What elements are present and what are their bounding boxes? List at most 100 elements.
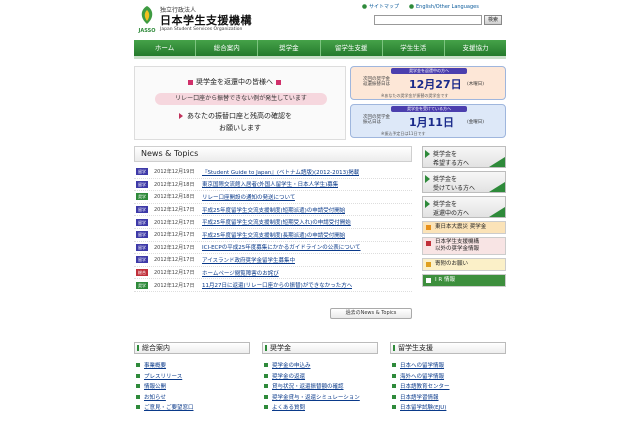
section-link[interactable]: プレスリリース [134, 371, 250, 382]
bullet-icon [392, 394, 396, 399]
section-link[interactable]: よくある質問 [262, 402, 378, 413]
corner-decoration [489, 207, 505, 217]
news-date: 2012年12月18日 [154, 181, 195, 188]
section-heading: 奨学金 [262, 342, 378, 354]
news-list: 留学 2012年12月19日 『Student Guide to Japan』(ベト… [134, 166, 412, 292]
card-note: ※振込予定日は11日です [381, 131, 426, 136]
news-link[interactable]: ICI-ECPの平成25年度募集にかかるガイドラインの公表について [202, 243, 361, 251]
section-link[interactable]: 奨学金の申込み [262, 360, 378, 371]
news-item[interactable]: 留学 2012年12月17日 平成25年度留学生交流支援制度(短期受入れ)の申請受付… [134, 216, 412, 229]
news-item[interactable]: 留学 2012年12月17日 平成25年度留学生交流支援制度(短期派遣)の申請受付開… [134, 204, 412, 217]
news-link[interactable]: 11月27日に返還(リレー口座からの振替)ができなかった方へ [202, 281, 352, 289]
section-link[interactable]: 貸与状況・返還振替額の確認 [262, 381, 378, 392]
nav-general[interactable]: 総合案内 [196, 40, 259, 56]
card-date: 1月11日 [409, 116, 454, 129]
square-icon [426, 225, 431, 230]
bullet-icon [264, 384, 268, 389]
side-link-label: 日本学生支援機構 [435, 239, 480, 245]
repayment-notice-banner[interactable]: 奨学金を返還中の皆様へ リレー口座から振替できない例が発生しています あなたの振… [134, 66, 346, 140]
section-link[interactable]: ご意見・ご要望窓口 [134, 402, 250, 413]
square-icon [276, 79, 281, 85]
arrow-icon [362, 4, 367, 9]
sitemap-label: サイトマップ [369, 4, 400, 10]
payment-date-card[interactable]: 奨学金を受けている方へ 次回の奨学金 振込日は 1月11日 (金曜日) ※振込予定… [350, 104, 506, 138]
earthquake-scholarship-link[interactable]: 東日本大震災 奨学金 [422, 221, 506, 234]
nav-support[interactable]: 支援協力 [445, 40, 506, 56]
news-item[interactable]: 奨学 2012年12月18日 リレー口座開設の通知の発送について [134, 191, 412, 204]
category-badge: 留学 [136, 218, 148, 226]
side-link-label: 東日本大震災 奨学金 [435, 224, 487, 230]
search-input[interactable] [374, 15, 482, 25]
news-link[interactable]: 平成25年度留学生交流支援制度(短期派遣)の申請受付開始 [202, 206, 345, 214]
news-link[interactable]: ホームページ閲覧障害のお詫び [202, 269, 279, 277]
bullet-icon [136, 363, 140, 368]
card-weekday: (木曜日) [467, 82, 485, 87]
logo-text: JASSO [138, 28, 156, 34]
nav-home[interactable]: ホーム [134, 40, 197, 56]
side-link-label: 寄附のお願い [435, 261, 469, 267]
news-date: 2012年12月17日 [154, 219, 195, 226]
section-link-label: 奨学金の申込み [272, 363, 311, 370]
button-line1: 奨学金を [433, 151, 458, 158]
org-name[interactable]: 日本学生支援機構 [160, 12, 252, 28]
past-news-button[interactable]: 過去のNews & Topics [330, 308, 412, 319]
card-note: ※あなたの奨学金が振替の奨学金です [381, 93, 449, 98]
jasso-logo[interactable]: JASSO [136, 4, 158, 34]
news-item[interactable]: 留学 2012年12月18日 東京国際交流館入居者(外国人留学生・日本人学生)募集 [134, 179, 412, 192]
news-date: 2012年12月17日 [154, 207, 195, 214]
right-column: 奨学金を 希望する方へ 奨学金を 受けている方へ 奨学金を 返還中の方へ 東日本大震災… [422, 146, 506, 290]
news-item[interactable]: 留学 2012年12月17日 平成25年度留学生交流支援制度(長期派遣)の申請受付開… [134, 229, 412, 242]
section-link[interactable]: 日本留学試験(EJU) [390, 402, 506, 413]
section-link[interactable]: 情報公開 [134, 381, 250, 392]
bullet-icon [392, 373, 396, 378]
section-link-label: 日本への留学情報 [400, 363, 445, 370]
section-link-label: よくある質問 [272, 405, 306, 412]
other-scholarships-link[interactable]: 日本学生支援機構 以外の奨学金情報 [422, 237, 506, 255]
triangle-icon [425, 175, 430, 183]
bullet-icon [264, 394, 268, 399]
banner-warning-pill: リレー口座から振替できない例が発生しています [155, 93, 327, 105]
repayment-date-card[interactable]: 奨学金を返還中の方へ 次回の奨学金 返還振替日は 12月27日 (木曜日) ※あな… [350, 66, 506, 100]
banner-title-text: 奨学金を返還中の皆様へ [196, 78, 273, 86]
scholarship-receiving-button[interactable]: 奨学金を 受けている方へ [422, 171, 506, 193]
square-icon [426, 278, 431, 283]
section-link[interactable]: 奨学金の返還 [262, 371, 378, 382]
news-item[interactable]: 奨学 2012年12月17日 11月27日に返還(リレー口座からの振替)ができなかっ… [134, 279, 412, 292]
section-link[interactable]: 日本語教育センター [390, 381, 506, 392]
nav-intl-students[interactable]: 留学生支援 [321, 40, 383, 56]
scholarship-apply-button[interactable]: 奨学金を 希望する方へ [422, 146, 506, 168]
news-link[interactable]: アイスランド政府奨学金留学生募集中 [202, 256, 295, 264]
side-link-label: I R 情報 [435, 277, 455, 283]
section-link-label: 情報公開 [144, 384, 167, 391]
section-link[interactable]: 事業概要 [134, 360, 250, 371]
news-link[interactable]: 平成25年度留学生交流支援制度(短期受入れ)の申請受付開始 [202, 218, 351, 226]
scholarship-repaying-button[interactable]: 奨学金を 返還中の方へ [422, 196, 506, 218]
ir-info-link[interactable]: I R 情報 [422, 274, 506, 287]
sitemap-link[interactable]: サイトマップ [362, 3, 399, 10]
section-link[interactable]: 奨学金貸与・返還シミュレーション [262, 392, 378, 403]
english-link[interactable]: English/Other Languages [409, 3, 479, 10]
square-icon [426, 241, 431, 246]
nav-scholarship[interactable]: 奨学金 [258, 40, 321, 56]
donation-link[interactable]: 寄附のお願い [422, 258, 506, 271]
news-item[interactable]: 留学 2012年12月17日 アイスランド政府奨学金留学生募集中 [134, 254, 412, 267]
news-item[interactable]: 留学 2012年12月19日 『Student Guide to Japan』(ベト… [134, 166, 412, 179]
section-link[interactable]: 海外への留学情報 [390, 371, 506, 382]
section-link-label: プレスリリース [144, 373, 183, 380]
news-date: 2012年12月17日 [154, 244, 195, 251]
news-link[interactable]: 東京国際交流館入居者(外国人留学生・日本人学生)募集 [202, 180, 338, 188]
section-link[interactable]: 日本語学習情報 [390, 392, 506, 403]
section-link[interactable]: 日本への留学情報 [390, 360, 506, 371]
news-link[interactable]: リレー口座開設の通知の発送について [202, 193, 295, 201]
news-date: 2012年12月17日 [154, 257, 195, 264]
banner-title: 奨学金を返還中の皆様へ [185, 77, 284, 87]
nav-student-life[interactable]: 学生生活 [383, 40, 445, 56]
search-button[interactable]: 検索 [484, 15, 502, 25]
section-link[interactable]: お知らせ [134, 392, 250, 403]
news-link[interactable]: 『Student Guide to Japan』(ベトナム語版)(2012-20… [202, 168, 359, 176]
news-link[interactable]: 平成25年度留学生交流支援制度(長期派遣)の申請受付開始 [202, 231, 345, 239]
news-item[interactable]: 留学 2012年12月17日 ICI-ECPの平成25年度募集にかかるガイドラインの… [134, 242, 412, 255]
news-item[interactable]: 総合 2012年12月17日 ホームページ閲覧障害のお詫び [134, 267, 412, 280]
section-general: 総合案内 事業概要 プレスリリース 情報公開 お知らせ ご意見・ご要望窓口 [134, 342, 250, 413]
side-link-label2: 以外の奨学金情報 [435, 246, 480, 252]
